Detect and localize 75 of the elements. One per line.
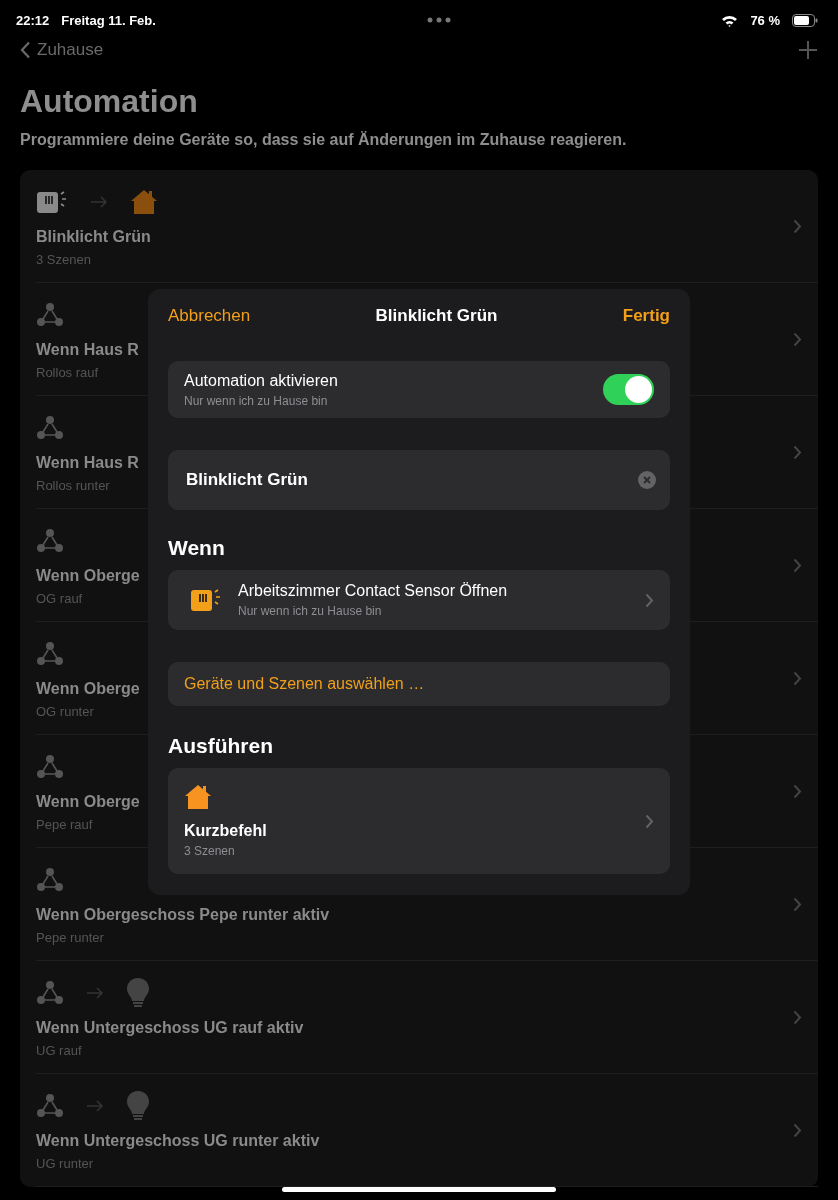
automation-detail: Rollos runter [36, 477, 110, 493]
lightbulb-icon [126, 976, 150, 1009]
battery-icon [792, 13, 818, 27]
automation-title: Wenn Untergeschoss UG runter aktiv [36, 1131, 320, 1150]
lightbulb-icon [126, 1089, 150, 1122]
automation-detail: 3 Szenen [36, 251, 91, 267]
chevron-left-icon [20, 41, 31, 59]
chevron-right-icon [793, 1122, 802, 1138]
chevron-right-icon [793, 896, 802, 912]
page-subtitle: Programmiere deine Geräte so, dass sie auf Änderungen im Zuhause reagieren. [20, 130, 628, 150]
chevron-right-icon [793, 1009, 802, 1025]
trigger-detail: Nur wenn ich zu Hause bin [238, 604, 383, 618]
automation-title: Wenn Untergeschoss UG rauf aktiv [36, 1018, 304, 1037]
done-button[interactable]: Fertig [622, 306, 670, 326]
enable-label: Automation aktivieren [184, 371, 339, 390]
arrow-right-icon [86, 1099, 104, 1112]
run-heading: Ausführen [168, 734, 274, 758]
nodes-icon [36, 979, 64, 1006]
when-heading: Wenn [168, 536, 226, 560]
automation-detail: UG runter [36, 1155, 94, 1171]
add-icon[interactable] [798, 40, 818, 60]
enable-toggle[interactable] [603, 374, 654, 405]
battery-percent: 76 % [750, 12, 780, 28]
clear-icon[interactable] [638, 471, 656, 489]
trigger-label: Arbeitszimmer Contact Sensor Öffnen [238, 582, 509, 600]
nodes-icon [36, 301, 64, 328]
nodes-icon [36, 1092, 64, 1119]
arrow-right-icon [90, 195, 108, 208]
status-date: Freitag 11. Feb. [61, 12, 156, 28]
automation-title: Wenn Oberge [36, 566, 140, 585]
automation-title: Wenn Obergeschoss Pepe runter aktiv [36, 905, 330, 924]
automation-row[interactable]: Wenn Untergeschoss UG rauf aktiv UG rauf [36, 961, 818, 1074]
select-devices-link[interactable]: Geräte und Szenen auswählen … [184, 675, 425, 693]
nodes-icon [36, 640, 64, 667]
action-label: Kurzbefehl [184, 822, 267, 840]
sensor-icon [190, 587, 222, 613]
chevron-right-icon [645, 813, 654, 829]
more-dots-icon [426, 17, 451, 23]
cancel-button[interactable]: Abbrechen [168, 306, 251, 326]
wifi-icon [721, 13, 739, 27]
page-title: Automation [20, 82, 199, 120]
back-link[interactable]: Zuhause [20, 40, 104, 60]
automation-detail: Rollos rauf [36, 364, 99, 380]
sheet-title: Blinklicht Grün [375, 306, 498, 326]
automation-detail: OG runter [36, 703, 94, 719]
nodes-icon [36, 866, 64, 893]
chevron-right-icon [793, 444, 802, 460]
chevron-right-icon [793, 331, 802, 347]
automation-title: Wenn Oberge [36, 792, 140, 811]
chevron-right-icon [793, 783, 802, 799]
chevron-right-icon [793, 218, 802, 234]
home-icon [184, 784, 212, 810]
chevron-right-icon [793, 557, 802, 573]
status-time: 22:12 [16, 12, 50, 28]
trigger-row[interactable]: Arbeitszimmer Contact Sensor Öffnen Nur wenn ich zu Hause bin [168, 570, 670, 630]
enable-detail: Nur wenn ich zu Hause bin [184, 393, 329, 408]
action-row[interactable]: Kurzbefehl 3 Szenen [168, 768, 670, 874]
automation-title: Wenn Haus R [36, 340, 139, 359]
automation-title: Wenn Oberge [36, 679, 140, 698]
sensor-icon [36, 188, 68, 215]
automation-detail: Pepe runter [36, 929, 104, 945]
automation-row[interactable]: Blinklicht Grün 3 Szenen [36, 170, 818, 283]
automation-title: Blinklicht Grün [36, 227, 151, 246]
name-field[interactable]: Blinklicht Grün [168, 450, 670, 510]
nodes-icon [36, 414, 64, 441]
nodes-icon [36, 753, 64, 780]
automation-detail: OG rauf [36, 590, 83, 606]
automation-detail: Pepe rauf [36, 816, 93, 832]
chevron-right-icon [793, 670, 802, 686]
chevron-right-icon [645, 592, 654, 608]
automation-detail: UG rauf [36, 1042, 82, 1058]
automation-title: Wenn Haus R [36, 453, 139, 472]
nodes-icon [36, 527, 64, 554]
home-icon [130, 188, 158, 215]
arrow-right-icon [86, 986, 104, 999]
